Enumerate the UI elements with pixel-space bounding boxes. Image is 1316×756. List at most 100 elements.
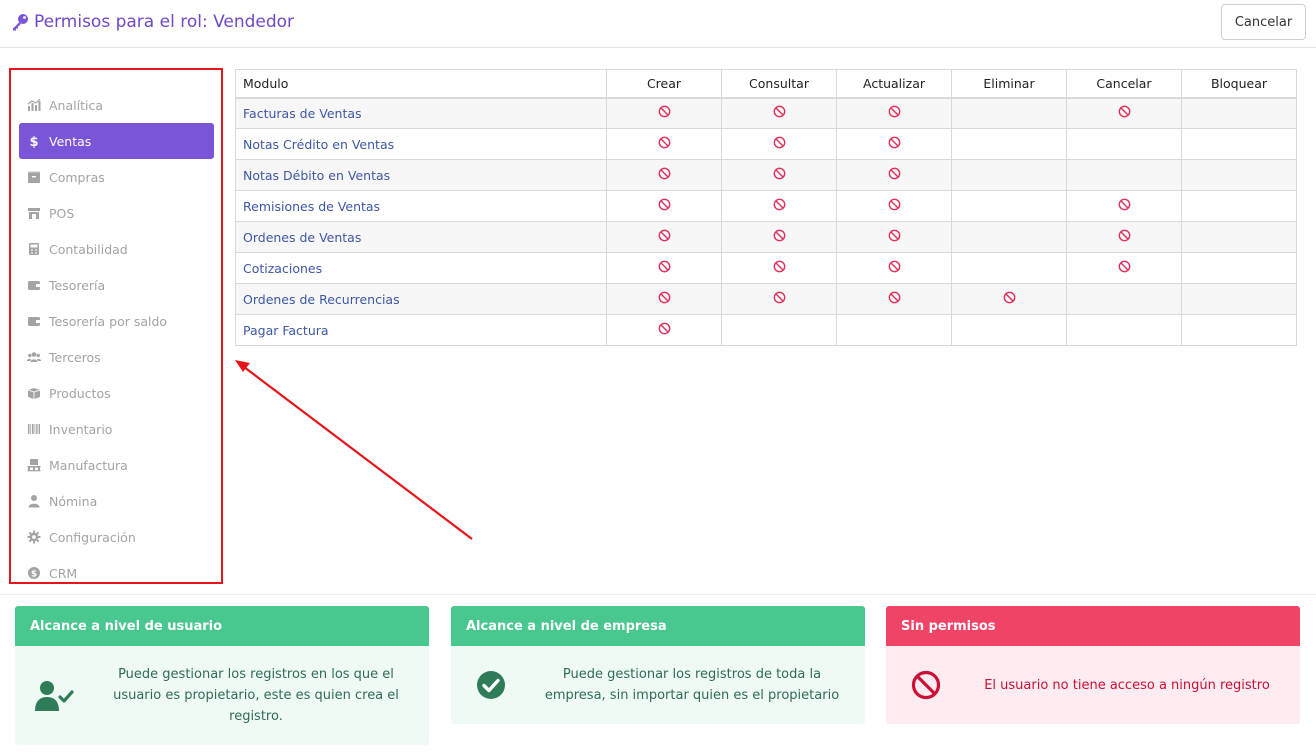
ban-icon (773, 198, 786, 214)
permission-cell-cancelar[interactable] (1066, 159, 1182, 191)
permission-cell-crear[interactable] (606, 159, 722, 191)
sidebar-item-ventas[interactable]: $ Ventas (19, 123, 214, 159)
permission-cell-bloquear[interactable] (1181, 97, 1297, 129)
permission-cell-crear[interactable] (606, 190, 722, 222)
permission-cell-bloquear[interactable] (1181, 252, 1297, 284)
permission-cell-eliminar[interactable] (951, 283, 1067, 315)
permission-cell-crear[interactable] (606, 252, 722, 284)
permission-cell-consultar[interactable] (721, 128, 837, 160)
sidebar-item-manufactura[interactable]: Manufactura (19, 447, 214, 483)
permission-cell-cancelar[interactable] (1066, 283, 1182, 315)
sidebar-item-terceros[interactable]: Terceros (19, 339, 214, 375)
sidebar-item-pos[interactable]: POS (19, 195, 214, 231)
ban-icon (888, 229, 901, 245)
barcode-icon (27, 422, 41, 436)
permission-cell-consultar[interactable] (721, 221, 837, 253)
permission-cell-actualizar[interactable] (836, 190, 952, 222)
permission-cell-consultar[interactable] (721, 283, 837, 315)
permission-cell-cancelar[interactable] (1066, 190, 1182, 222)
sidebar-item-contabilidad[interactable]: Contabilidad (19, 231, 214, 267)
no-permission-card: Sin permisos El usuario no tiene acceso … (886, 606, 1300, 724)
ban-icon (658, 260, 671, 276)
store-icon (27, 206, 41, 220)
permission-cell-actualizar[interactable] (836, 221, 952, 253)
permission-cell-crear[interactable] (606, 221, 722, 253)
permission-cell-actualizar[interactable] (836, 159, 952, 191)
sidebar-item-tesoreria[interactable]: Tesorería (19, 267, 214, 303)
sidebar-item-label: Terceros (49, 349, 101, 365)
permission-cell-cancelar[interactable] (1066, 97, 1182, 129)
sidebar-item-crm[interactable]: $ CRM (19, 555, 214, 591)
sidebar-item-label: POS (49, 205, 75, 221)
module-link[interactable]: Ordenes de Recurrencias (235, 283, 607, 315)
table-row: Facturas de Ventas (235, 97, 1297, 129)
permission-cell-eliminar[interactable] (951, 221, 1067, 253)
permission-cell-consultar[interactable] (721, 314, 837, 346)
column-header-eliminar: Eliminar (951, 69, 1067, 99)
permission-cell-eliminar[interactable] (951, 252, 1067, 284)
module-link[interactable]: Notas Débito en Ventas (235, 159, 607, 191)
permission-cell-cancelar[interactable] (1066, 252, 1182, 284)
permission-cell-eliminar[interactable] (951, 190, 1067, 222)
sidebar-item-label: Ventas (49, 133, 92, 149)
permission-cell-consultar[interactable] (721, 252, 837, 284)
ban-icon (1118, 260, 1131, 276)
cancel-button[interactable]: Cancelar (1221, 4, 1306, 40)
table-row: Ordenes de Ventas (235, 221, 1297, 253)
sidebar-item-label: Contabilidad (49, 241, 128, 257)
permission-cell-actualizar[interactable] (836, 314, 952, 346)
company-scope-text: Puede gestionar los registros de toda la… (544, 667, 840, 703)
permission-cell-eliminar[interactable] (951, 159, 1067, 191)
ban-icon (658, 229, 671, 245)
module-link[interactable]: Ordenes de Ventas (235, 221, 607, 253)
permission-cell-bloquear[interactable] (1181, 283, 1297, 315)
sidebar-item-tesoreria-por-saldo[interactable]: Tesorería por saldo (19, 303, 214, 339)
permission-cell-eliminar[interactable] (951, 128, 1067, 160)
permission-cell-bloquear[interactable] (1181, 159, 1297, 191)
user-icon (27, 494, 41, 508)
permission-cell-crear[interactable] (606, 283, 722, 315)
permission-cell-crear[interactable] (606, 128, 722, 160)
svg-text:$: $ (29, 135, 38, 148)
sidebar-item-compras[interactable]: Compras (19, 159, 214, 195)
table-row: Notas Débito en Ventas (235, 159, 1297, 191)
permission-cell-actualizar[interactable] (836, 283, 952, 315)
permission-cell-cancelar[interactable] (1066, 128, 1182, 160)
permission-cell-bloquear[interactable] (1181, 221, 1297, 253)
permission-cell-crear[interactable] (606, 314, 722, 346)
permission-cell-actualizar[interactable] (836, 128, 952, 160)
permission-cell-consultar[interactable] (721, 97, 837, 129)
ban-icon (888, 105, 901, 121)
svg-text:$: $ (31, 570, 37, 580)
permission-cell-crear[interactable] (606, 97, 722, 129)
module-link[interactable]: Cotizaciones (235, 252, 607, 284)
permission-cell-actualizar[interactable] (836, 252, 952, 284)
ban-icon (888, 198, 901, 214)
sidebar-item-inventario[interactable]: Inventario (19, 411, 214, 447)
module-link[interactable]: Facturas de Ventas (235, 97, 607, 129)
module-link[interactable]: Pagar Factura (235, 314, 607, 346)
permission-cell-bloquear[interactable] (1181, 190, 1297, 222)
module-link[interactable]: Remisiones de Ventas (235, 190, 607, 222)
user-scope-text: Puede gestionar los registros en los que… (113, 667, 399, 724)
ban-icon (888, 291, 901, 307)
permission-cell-eliminar[interactable] (951, 314, 1067, 346)
permission-cell-bloquear[interactable] (1181, 128, 1297, 160)
ban-icon (773, 105, 786, 121)
sidebar-item-configuracion[interactable]: Configuración (19, 519, 214, 555)
wallet-icon (27, 278, 41, 292)
sidebar-item-productos[interactable]: Productos (19, 375, 214, 411)
permission-cell-consultar[interactable] (721, 190, 837, 222)
permission-cell-cancelar[interactable] (1066, 221, 1182, 253)
permission-cell-eliminar[interactable] (951, 97, 1067, 129)
user-scope-card: Alcance a nivel de usuario Puede gestion… (15, 606, 429, 745)
user-scope-body: Puede gestionar los registros en los que… (15, 646, 429, 745)
dollar-icon: $ (27, 134, 41, 148)
permission-cell-actualizar[interactable] (836, 97, 952, 129)
sidebar-item-nomina[interactable]: Nómina (19, 483, 214, 519)
permission-cell-consultar[interactable] (721, 159, 837, 191)
sidebar-item-analitica[interactable]: Analítica (19, 87, 214, 123)
module-link[interactable]: Notas Crédito en Ventas (235, 128, 607, 160)
permission-cell-bloquear[interactable] (1181, 314, 1297, 346)
permission-cell-cancelar[interactable] (1066, 314, 1182, 346)
